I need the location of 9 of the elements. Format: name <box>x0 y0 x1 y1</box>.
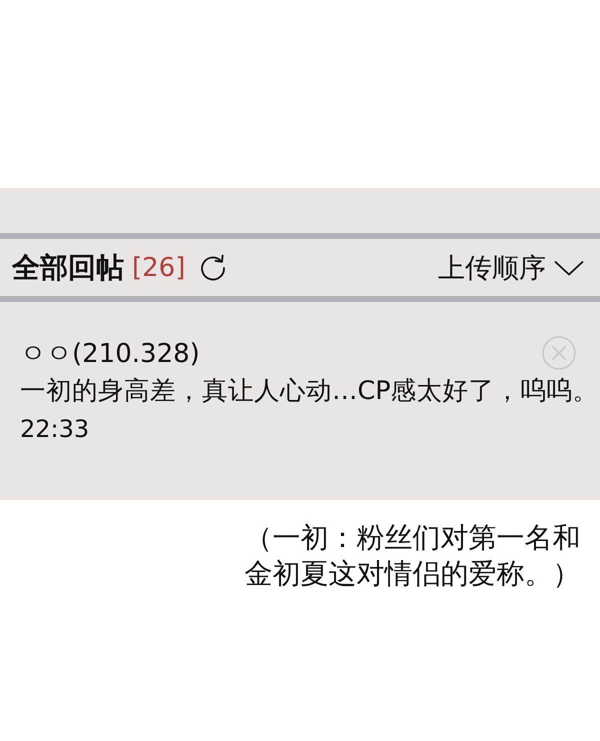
sort-dropdown[interactable]: 上传顺序 <box>438 250 584 286</box>
comment-text: 一初的身高差，真让人心动…CP感太好了，呜呜。 <box>20 375 599 408</box>
comment-count: [26] <box>132 252 186 282</box>
refresh-icon[interactable] <box>199 254 228 282</box>
section-title: 全部回帖 <box>12 250 124 286</box>
comment-author: ㅇㅇ(210.328) <box>20 338 200 370</box>
comment-time: 22:33 <box>20 414 90 445</box>
caption-text: （一初：粉丝们对第一名和金初夏这对情侣的爱称。） <box>244 520 582 592</box>
caret-icon <box>554 260 584 276</box>
